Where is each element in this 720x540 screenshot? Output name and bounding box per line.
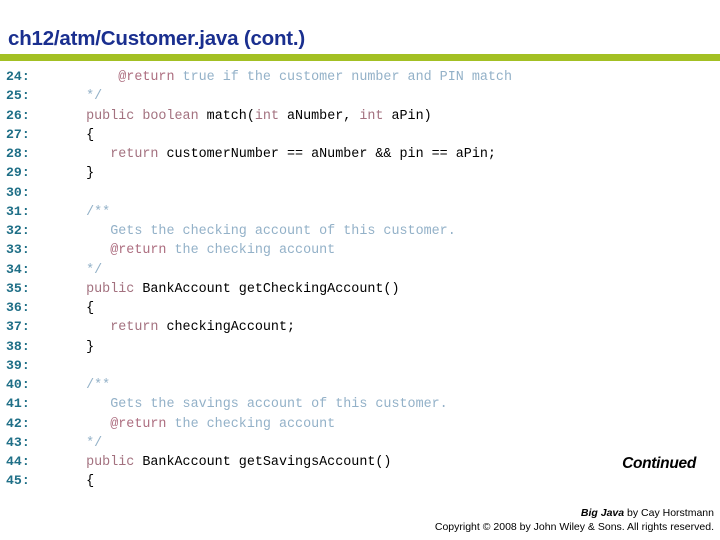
code-listing: 24: @return true if the customer number … (0, 67, 720, 491)
page-title: ch12/atm/Customer.java (cont.) (8, 27, 306, 50)
code-token-src: aNumber, (278, 108, 360, 124)
code-line-number: 35: (6, 280, 30, 296)
code-line-number: 32: (6, 223, 30, 238)
code-token-kw: int (254, 108, 279, 124)
code-line-number: 41: (6, 396, 30, 412)
code-token-cm: /** (62, 378, 111, 393)
code-token-src: match( (206, 108, 255, 124)
code-token-cm (62, 70, 118, 85)
code-line-number: 29: (6, 165, 30, 181)
footer-book-title: Big Java (580, 507, 625, 519)
code-token-cm: */ (62, 89, 103, 105)
code-line: 42: @return the checking account (0, 414, 720, 433)
code-line-number: 33: (6, 242, 30, 258)
code-line: 32: Gets the checking account of this cu… (0, 221, 720, 240)
code-line: 29: } (0, 163, 720, 182)
code-token-cm: */ (62, 435, 103, 451)
code-token-src: BankAccount getSavingsAccount() (142, 455, 392, 470)
code-line-number: 28: (6, 146, 30, 161)
code-token-src: BankAccount getCheckingAccount() (142, 281, 400, 297)
code-line-number: 37: (6, 319, 30, 335)
code-line-number: 39: (6, 357, 30, 373)
code-token-src: } (62, 339, 95, 355)
code-token-src: { (62, 301, 95, 316)
code-line-number: 43: (6, 434, 30, 450)
code-line: 44: public BankAccount getSavingsAccount… (0, 452, 720, 471)
code-token-tag: @return (110, 416, 167, 432)
continued-label: Continued (622, 455, 696, 472)
footer-copyright: Copyright © 2008 by John Wiley & Sons. A… (434, 521, 714, 533)
code-line: 38: } (0, 337, 720, 356)
code-token-kw: int (359, 108, 384, 124)
code-line-number: 30: (6, 184, 30, 200)
code-token-src: { (62, 127, 95, 143)
code-line: 36: { (0, 298, 720, 317)
code-line-number: 31: (6, 203, 30, 219)
code-line-number: 34: (6, 261, 30, 277)
code-token-cm: */ (62, 262, 103, 278)
code-line: 35: public BankAccount getCheckingAccoun… (0, 279, 720, 298)
code-line-number: 24: (6, 69, 30, 84)
footer-attribution: Big Java by Cay Horstmann (435, 506, 714, 520)
code-line: 39: (0, 356, 720, 375)
code-line-number: 25: (6, 88, 30, 104)
code-line: 27: { (0, 125, 720, 144)
code-line-number: 36: (6, 300, 30, 315)
code-line: 37: return checkingAccount; (0, 317, 720, 336)
code-token-cm (62, 417, 110, 432)
code-token-src: aPin) (383, 108, 432, 124)
code-line: 34: */ (0, 260, 720, 279)
code-line: 24: @return true if the customer number … (0, 67, 720, 86)
code-line: 45: { (0, 471, 720, 490)
code-line: 40: /** (0, 375, 720, 394)
code-line: 30: (0, 183, 720, 202)
code-token-kw: public boolean (62, 108, 207, 124)
code-token-cm: Gets the savings account of this custome… (62, 397, 448, 413)
code-token-src: } (62, 166, 95, 182)
code-line: 28: return customerNumber == aNumber && … (0, 144, 720, 163)
code-token-kw: public (62, 281, 143, 297)
code-token-cm: true if the customer number and PIN matc… (174, 70, 512, 85)
code-line-number: 38: (6, 338, 30, 354)
code-token-src: customerNumber == aNumber && pin == aPin… (166, 147, 496, 162)
code-token-src: { (62, 474, 95, 490)
code-line: 33: @return the checking account (0, 240, 720, 259)
code-token-tag: @return (118, 70, 175, 85)
code-line-number: 42: (6, 415, 30, 431)
code-token-kw: public (62, 455, 143, 470)
code-token-src: checkingAccount; (166, 320, 296, 336)
code-line-number: 26: (6, 107, 30, 123)
code-line: 25: */ (0, 86, 720, 105)
footer-byline: by Cay Horstmann (624, 507, 714, 519)
code-token-cm (62, 243, 110, 258)
title-divider-rule (0, 54, 720, 61)
code-line-number: 45: (6, 473, 30, 489)
code-token-cm: /** (62, 204, 111, 220)
code-token-cm: the checking account (166, 416, 336, 432)
code-token-cm: the checking account (166, 243, 336, 259)
code-token-tag: @return (110, 243, 167, 259)
code-line: 43: */ (0, 433, 720, 452)
code-line: 41: Gets the savings account of this cus… (0, 394, 720, 413)
footer: Big Java by Cay Horstmann Copyright © 20… (435, 506, 714, 534)
code-token-kw: return (62, 320, 167, 336)
code-line-number: 40: (6, 377, 30, 392)
code-token-kw: return (62, 147, 167, 162)
code-line-number: 44: (6, 454, 30, 469)
code-line: 31: /** (0, 202, 720, 221)
code-token-cm: Gets the checking account of this custom… (62, 224, 456, 239)
code-line: 26: public boolean match(int aNumber, in… (0, 106, 720, 125)
code-line-number: 27: (6, 126, 30, 142)
